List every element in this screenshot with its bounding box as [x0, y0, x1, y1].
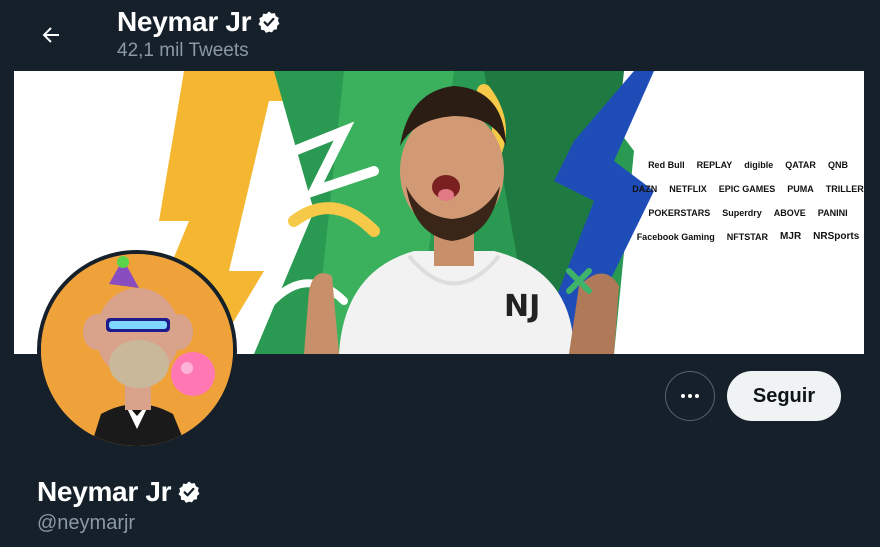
sponsor-logo: PANINI	[817, 208, 848, 218]
arrow-left-icon	[42, 27, 59, 43]
more-options-button[interactable]	[665, 371, 715, 421]
header-title: Neymar Jr	[117, 6, 281, 38]
sponsor-logo: EPIC GAMES	[718, 184, 776, 194]
sponsor-logo: NETFLIX	[669, 184, 707, 194]
sponsor-logo: PUMA	[787, 184, 814, 194]
profile-header-bar: Neymar Jr 42,1 mil Tweets	[0, 0, 880, 70]
sponsor-logo: POKERSTARS	[648, 208, 711, 218]
back-button[interactable]	[30, 14, 72, 56]
verified-badge-icon	[177, 480, 201, 504]
sponsor-logo: Facebook Gaming	[636, 232, 715, 242]
sponsor-logo: NRSports	[813, 231, 860, 242]
avatar[interactable]	[37, 250, 237, 450]
tweet-count: 42,1 mil Tweets	[117, 40, 249, 61]
profile-name: Neymar Jr	[37, 476, 172, 507]
more-dots-icon	[681, 394, 699, 398]
sponsor-logo: ABOVE	[773, 208, 806, 218]
header-name: Neymar Jr	[117, 6, 252, 37]
profile-handle: @neymarjr	[37, 512, 136, 534]
bored-ape-avatar	[41, 254, 233, 446]
sponsor-logo: QNB	[827, 160, 848, 170]
sponsor-logo: MJR	[780, 231, 802, 242]
sponsor-logo: DAZN	[632, 184, 658, 194]
sponsor-logo: Red Bull	[648, 160, 685, 170]
follow-button[interactable]: Seguir	[727, 371, 841, 421]
sponsor-logo: QATAR	[785, 160, 816, 170]
sponsor-logo: Superdry	[722, 208, 762, 218]
profile-name-row: Neymar Jr	[37, 476, 201, 508]
sponsor-logos: Red Bull REPLAY digible QATAR QNB DAZN N…	[632, 159, 864, 243]
sponsor-logo: REPLAY	[696, 160, 733, 170]
sponsor-logo: digible	[744, 160, 774, 170]
shirt-logo: NJ	[504, 289, 540, 324]
sponsor-logo: NFTSTAR	[726, 232, 769, 242]
sponsor-logo: TRILLER	[825, 184, 864, 194]
verified-badge-icon	[257, 10, 281, 34]
